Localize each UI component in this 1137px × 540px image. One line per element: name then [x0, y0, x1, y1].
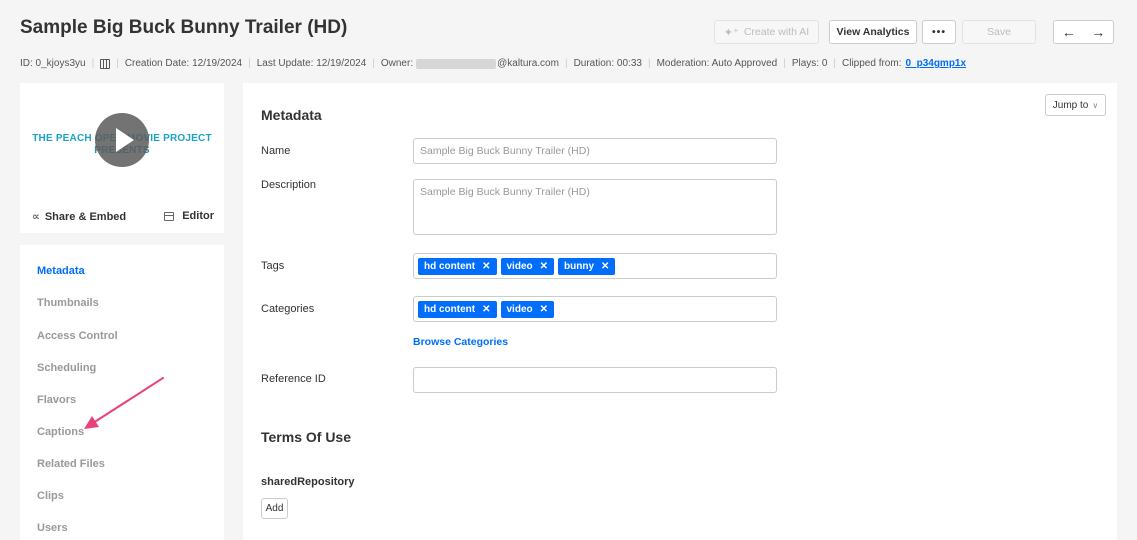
clipped-from-link[interactable]: 0_p34gmp1x — [905, 58, 966, 69]
sidebar-item-thumbnails[interactable]: Thumbnails — [37, 297, 99, 309]
add-button[interactable]: Add — [261, 498, 288, 519]
editor-button[interactable]: Editor — [164, 210, 214, 222]
jump-to-label: Jump to — [1052, 99, 1089, 111]
share-icon: ∝ — [32, 211, 40, 223]
description-label: Description — [261, 179, 317, 191]
view-analytics-button[interactable]: View Analytics — [829, 20, 917, 44]
sidebar-item-clips[interactable]: Clips — [37, 490, 64, 502]
remove-category-icon[interactable]: ✕ — [540, 304, 548, 315]
entry-id: ID: 0_kjoys3yu — [20, 58, 86, 69]
player-actions: ∝ Share & Embed Editor — [20, 207, 224, 227]
moderation-status: Moderation: Auto Approved — [656, 58, 778, 69]
browse-categories-link[interactable]: Browse Categories — [413, 336, 508, 348]
duration: Duration: 00:33 — [573, 58, 642, 69]
reference-id-input[interactable] — [413, 367, 777, 393]
description-textarea[interactable]: Sample Big Buck Bunny Trailer (HD) — [413, 179, 777, 235]
owner-domain: @kaltura.com — [497, 58, 559, 69]
entry-navigation: ← → — [1053, 20, 1114, 44]
chevron-down-icon: ∨ — [1092, 100, 1099, 110]
owner-redacted — [416, 58, 497, 69]
categories-input[interactable]: hd content ✕ video ✕ — [413, 296, 777, 322]
page-title: Sample Big Buck Bunny Trailer (HD) — [20, 17, 348, 38]
tag-chip: video ✕ — [500, 257, 555, 275]
metadata-panel: Jump to ∨ Metadata Name Sample Big Buck … — [243, 83, 1117, 540]
owner-label: Owner: — [380, 58, 414, 69]
sidebar-item-captions[interactable]: Captions — [37, 426, 84, 438]
create-with-ai-label: Create with AI — [743, 26, 810, 38]
share-embed-button[interactable]: ∝ Share & Embed — [32, 210, 127, 224]
previous-entry-icon[interactable]: ← — [1054, 21, 1084, 43]
description-placeholder: Sample Big Buck Bunny Trailer (HD) — [420, 186, 590, 198]
sidebar-item-users[interactable]: Users — [37, 522, 68, 534]
reference-id-label: Reference ID — [261, 373, 326, 385]
name-label: Name — [261, 145, 291, 157]
sidebar-item-access-control[interactable]: Access Control — [37, 330, 118, 342]
film-icon — [100, 58, 111, 69]
creation-date: Creation Date: 12/19/2024 — [124, 58, 243, 69]
sidebar-item-flavors[interactable]: Flavors — [37, 394, 76, 406]
tag-chip-label: video — [506, 260, 533, 272]
player-card: THE PEACH OPEN MOVIE PROJECT PRESENTS ∝ … — [20, 83, 224, 233]
sidebar-item-related-files[interactable]: Related Files — [37, 458, 105, 470]
category-chip-label: hd content — [424, 303, 476, 315]
category-chip: video ✕ — [500, 300, 555, 318]
entry-meta-line: ID: 0_kjoys3yu | | Creation Date: 12/19/… — [20, 58, 967, 69]
tag-chip-label: bunny — [564, 260, 595, 272]
share-embed-label: Share & Embed — [44, 210, 127, 223]
shared-repository-label: sharedRepository — [261, 476, 355, 488]
tag-chip-label: hd content — [424, 260, 476, 272]
next-entry-icon[interactable]: → — [1084, 21, 1114, 43]
tags-label: Tags — [261, 260, 285, 272]
entry-header: Sample Big Buck Bunny Trailer (HD) ✦⁺ Cr… — [0, 0, 1137, 80]
name-input[interactable]: Sample Big Buck Bunny Trailer (HD) — [413, 138, 777, 164]
tag-chip: hd content ✕ — [418, 257, 497, 275]
category-chip-label: video — [506, 303, 533, 315]
metadata-section-title: Metadata — [261, 107, 322, 123]
jump-to-dropdown[interactable]: Jump to ∨ — [1045, 94, 1106, 116]
tag-chip: bunny ✕ — [558, 257, 616, 275]
editor-icon — [164, 211, 175, 221]
categories-label: Categories — [261, 303, 315, 315]
remove-tag-icon[interactable]: ✕ — [601, 261, 609, 272]
terms-of-use-title: Terms Of Use — [261, 429, 351, 445]
save-button[interactable]: Save — [962, 20, 1036, 44]
section-sidebar: Metadata Thumbnails Access Control Sched… — [20, 245, 224, 540]
sparkle-icon: ✦⁺ — [723, 26, 739, 39]
clipped-from-label: Clipped from: — [842, 58, 902, 69]
remove-tag-icon[interactable]: ✕ — [482, 261, 490, 272]
play-icon[interactable] — [95, 113, 149, 167]
create-with-ai-button[interactable]: ✦⁺ Create with AI — [714, 20, 819, 44]
remove-tag-icon[interactable]: ✕ — [540, 261, 548, 272]
plays-count: Plays: 0 — [791, 58, 828, 69]
category-chip: hd content ✕ — [418, 300, 497, 318]
editor-label: Editor — [182, 210, 214, 222]
sidebar-item-scheduling[interactable]: Scheduling — [37, 362, 96, 374]
more-actions-button[interactable]: ••• — [922, 20, 956, 44]
last-update: Last Update: 12/19/2024 — [256, 58, 367, 69]
tags-input[interactable]: hd content ✕ video ✕ bunny ✕ — [413, 253, 777, 279]
remove-category-icon[interactable]: ✕ — [482, 304, 490, 315]
name-input-placeholder: Sample Big Buck Bunny Trailer (HD) — [420, 145, 590, 157]
sidebar-item-metadata[interactable]: Metadata — [37, 265, 85, 277]
video-thumbnail[interactable]: THE PEACH OPEN MOVIE PROJECT PRESENTS — [20, 83, 224, 195]
